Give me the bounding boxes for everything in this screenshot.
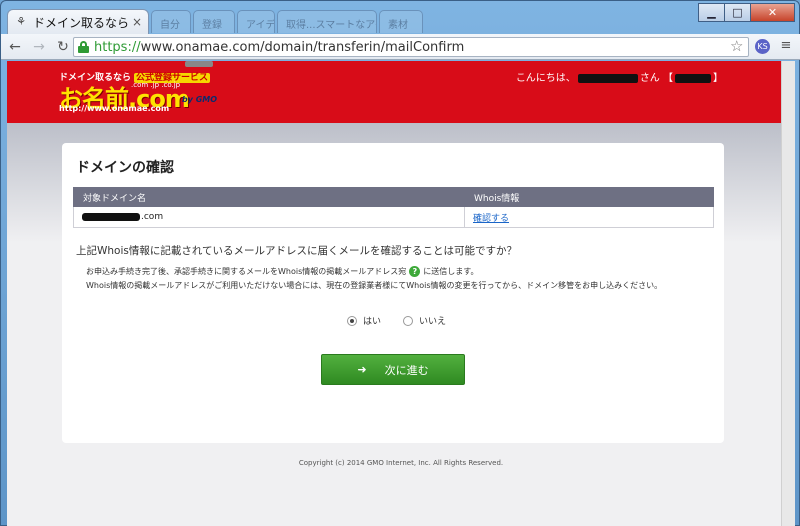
domain-table: 対象ドメイン名 Whois情報 .com 確認する [73, 187, 714, 228]
arrow-right-icon: ➜ [357, 363, 367, 376]
help-question-icon[interactable]: ? [409, 266, 421, 277]
copyright: Copyright (c) 2014 GMO Internet, Inc. Al… [298, 459, 504, 467]
domain-cell: .com [73, 206, 465, 228]
favicon-icon: ⚘ [16, 15, 26, 28]
minimize-icon[interactable]: ▁ [698, 3, 725, 22]
note-whois-change: Whois情報の掲載メールアドレスがご利用いただけない場合には、現在の登録業者様… [86, 281, 663, 290]
column-header-domain: 対象ドメイン名 [73, 187, 465, 207]
scrollbar[interactable] [781, 61, 795, 526]
page-viewport: ドメイン取るなら 公式登録サービス .com .jp .co.jp お名前.com… [7, 61, 795, 526]
domain-confirm-card: ドメインの確認 対象ドメイン名 Whois情報 .com 確認する 上記Whoi… [62, 143, 724, 443]
close-window-icon[interactable]: ✕ [750, 3, 795, 22]
redacted-domain [82, 212, 140, 221]
forward-arrow-icon[interactable]: → [29, 37, 49, 57]
browser-window: ⚘ ドメイン取るなら お × 自分 登録 アイデア 取得...スマートなアイデア… [0, 0, 800, 526]
logo-gmo: by GMO [182, 95, 218, 104]
next-button-label: 次に進む [384, 363, 429, 377]
ghost-tab[interactable]: 素材 [379, 10, 423, 33]
ghost-tab[interactable]: 取得...スマートなアイデア [277, 10, 377, 33]
lock-icon [78, 41, 89, 53]
url-path: www.onamae.com/domain/transferin/mailCon… [140, 39, 465, 55]
whois-confirm-link[interactable]: 確認する [473, 214, 509, 224]
browser-toolbar: ← → ↻ https:// www.onamae.com/domain/tra… [1, 34, 800, 60]
redacted-username [577, 73, 638, 83]
redacted-user-id [675, 73, 711, 83]
user-greeting: こんにちは、 さん 【】 [515, 73, 723, 84]
tab-title: ドメイン取るなら お [33, 15, 128, 30]
window-controls: ▁ □ ✕ [698, 3, 795, 22]
table-header-row: 対象ドメイン名 Whois情報 [73, 187, 714, 207]
radio-no-button[interactable] [403, 315, 414, 326]
next-button[interactable]: ➜ 次に進む [321, 354, 465, 385]
column-header-whois: Whois情報 [464, 187, 714, 207]
radio-no[interactable]: いいえ [403, 314, 446, 327]
page-title: ドメインの確認 [76, 160, 174, 176]
bookmark-star-icon[interactable]: ☆ [730, 37, 743, 55]
radio-yes[interactable]: はい [347, 314, 381, 327]
address-bar[interactable]: https:// www.onamae.com/domain/transferi… [73, 37, 749, 57]
extension-icon[interactable]: KS [755, 39, 770, 54]
ghost-tab[interactable]: アイデア [237, 10, 275, 33]
table-row: .com 確認する [73, 206, 714, 228]
onamae-logo[interactable]: ドメイン取るなら 公式登録サービス .com .jp .co.jp お名前.com… [57, 61, 227, 116]
whois-cell: 確認する [464, 206, 714, 228]
radio-yes-button[interactable] [347, 315, 357, 326]
ghost-tab[interactable]: 自分 [151, 10, 191, 33]
logo-decoration [185, 61, 213, 67]
close-tab-icon[interactable]: × [132, 15, 142, 29]
url-scheme: https:// [94, 39, 141, 55]
browser-tab[interactable]: ⚘ ドメイン取るなら お × [7, 9, 149, 34]
radio-no-label: いいえ [419, 317, 447, 327]
logo-url: http://www.onamae.com [59, 104, 170, 113]
ghost-tab[interactable]: 登録 [193, 10, 235, 33]
email-question: 上記Whois情報に記載されているメールアドレスに届くメールを確認することは可能… [76, 245, 518, 257]
tab-strip: ⚘ ドメイン取るなら お × 自分 登録 アイデア 取得...スマートなアイデア… [1, 1, 800, 34]
maximize-icon[interactable]: □ [724, 3, 751, 22]
email-answer-radios: はい いいえ [347, 314, 468, 327]
reload-icon[interactable]: ↻ [53, 37, 73, 57]
radio-yes-label: はい [363, 317, 382, 327]
menu-icon[interactable]: ≡ [779, 38, 793, 54]
site-header: ドメイン取るなら 公式登録サービス .com .jp .co.jp お名前.com… [7, 61, 795, 123]
back-arrow-icon[interactable]: ← [5, 37, 25, 57]
note-approval-mail: お申込み手続き完了後、承認手続きに関するメールをWhois情報の掲載メールアドレ… [86, 266, 479, 277]
